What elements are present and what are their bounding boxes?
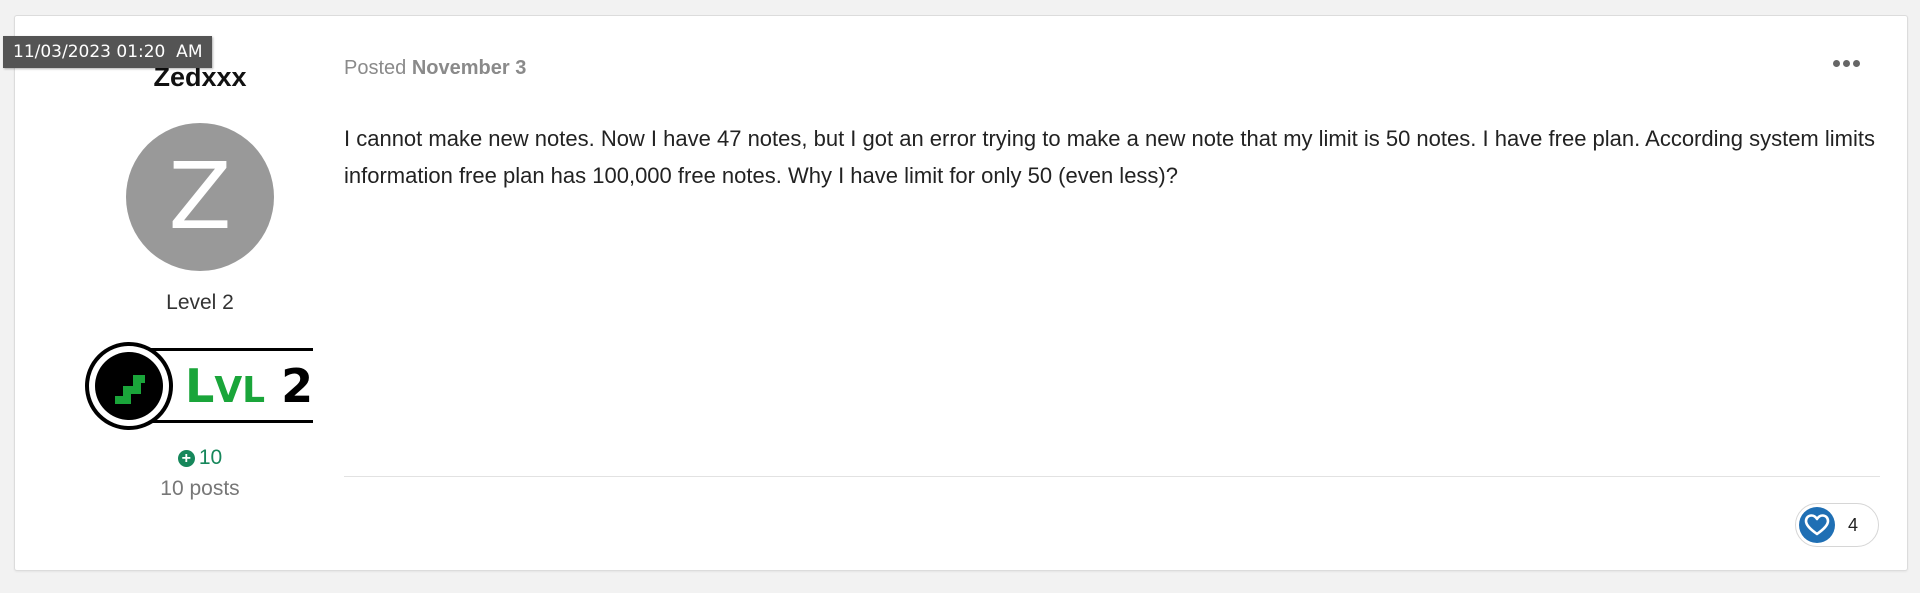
posted-date-value[interactable]: November 3 (412, 57, 527, 79)
author-avatar[interactable]: Z (126, 123, 274, 271)
post-body: I cannot make new notes. Now I have 47 n… (344, 126, 1875, 188)
ellipsis-icon[interactable] (1830, 50, 1870, 76)
rank-badge: LVL 2 (85, 340, 315, 432)
badge-word: LVL (185, 359, 266, 413)
rank-title: Level 2 (166, 291, 234, 314)
badge-number: 2 (281, 359, 314, 413)
timestamp-overlay: 11/03/2023 01:20 AM (3, 36, 213, 68)
reaction-button[interactable]: 4 (1795, 503, 1879, 547)
badge-label: LVL 2 (185, 358, 313, 419)
badge-bottom-line (145, 420, 313, 423)
reputation-value: 10 (198, 446, 223, 469)
divider (344, 476, 1880, 477)
posted-date: Posted November 3 (344, 57, 526, 80)
badge-circle (85, 342, 173, 430)
stairs-icon (95, 352, 163, 420)
reputation[interactable]: +10 (15, 446, 385, 470)
posted-prefix: Posted (344, 57, 407, 79)
forum-post: Zedxxx Z Level 2 LVL 2 +10 10 posts Post… (14, 15, 1908, 571)
post-count: 10 posts (160, 477, 240, 500)
heart-icon (1799, 507, 1835, 543)
plus-circle-icon: + (177, 450, 195, 467)
badge-top-line (145, 348, 313, 351)
reaction-count: 4 (1848, 515, 1859, 535)
